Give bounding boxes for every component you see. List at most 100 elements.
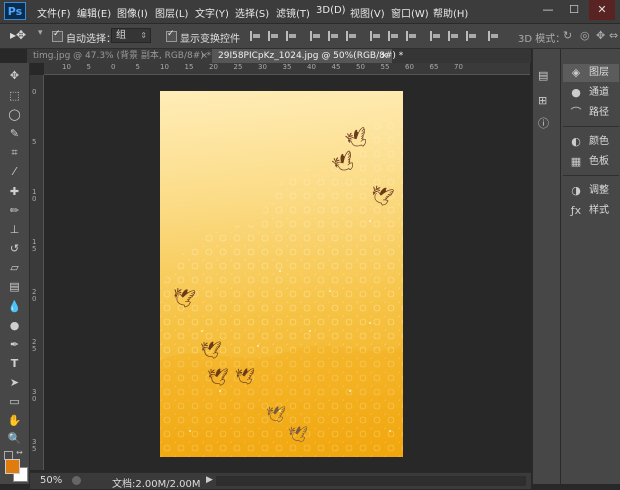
adjustments-icon: ◑ — [571, 184, 581, 197]
panel-label: 色板 — [589, 156, 609, 167]
panel-layers[interactable]: ◈ 图层 — [563, 64, 619, 82]
align-right-icon[interactable] — [346, 31, 358, 41]
align-vcenter-icon[interactable] — [268, 31, 280, 41]
panel-label: 调整 — [589, 185, 609, 196]
swatches-icon: ▦ — [570, 155, 582, 168]
tab-title: 29I58PICpKz_1024.jpg @ 50%(RGB/8#) * — [218, 51, 404, 61]
tab-close-icon[interactable]: × — [380, 49, 388, 63]
align-bottom-icon[interactable] — [286, 31, 298, 41]
tab-29i58picpkz[interactable]: 29I58PICpKz_1024.jpg @ 50%(RGB/8#) * × — [212, 49, 403, 63]
auto-select-dropdown[interactable]: 组 ⇕ — [111, 28, 151, 43]
pen-tool-icon[interactable]: ✒ — [7, 337, 22, 352]
ruler-tick-label: 25 — [233, 63, 243, 71]
zoom-tool-icon[interactable]: 🔍 — [7, 431, 22, 446]
distribute-left-icon[interactable] — [430, 31, 442, 41]
info-panel-icon[interactable]: ⓘ — [538, 115, 549, 131]
eraser-tool-icon[interactable]: ▱ — [7, 260, 22, 275]
gradient-tool-icon[interactable]: ▤ — [7, 279, 22, 294]
distribute-hcenter-icon[interactable] — [448, 31, 460, 41]
auto-align-icon[interactable] — [488, 31, 500, 41]
move-tool-icon[interactable]: ✥ — [7, 68, 22, 83]
status-menu-arrow-icon[interactable]: ▶ — [206, 475, 213, 485]
horizontal-scrollbar[interactable] — [216, 476, 526, 486]
path-select-tool-icon[interactable]: ➤ — [7, 375, 22, 390]
3d-roll-icon[interactable]: ◎ — [580, 29, 590, 42]
tab-close-icon[interactable]: × — [200, 49, 208, 63]
distribute-right-icon[interactable] — [466, 31, 478, 41]
healing-brush-tool-icon[interactable]: ✚ — [7, 184, 22, 199]
distribute-top-icon[interactable] — [370, 31, 382, 41]
marquee-tool-icon[interactable]: ⬚ — [7, 88, 22, 103]
share-icon[interactable] — [72, 476, 81, 485]
foreground-color-swatch[interactable] — [5, 459, 20, 474]
layers-icon: ◈ — [571, 66, 581, 79]
panel-divider — [563, 126, 619, 127]
menu-image[interactable]: 图像(I) — [117, 5, 148, 20]
ruler-tick-label: 2 5 — [32, 338, 37, 353]
menu-view[interactable]: 视图(V) — [350, 5, 385, 20]
align-top-icon[interactable] — [250, 31, 262, 41]
panel-adjustments[interactable]: ◑ 调整 — [563, 182, 619, 200]
menu-window[interactable]: 窗口(W) — [391, 5, 429, 20]
clone-stamp-tool-icon[interactable]: ⊥ — [7, 222, 22, 237]
ruler-tick-label: 15 — [184, 63, 194, 71]
align-hcenter-icon[interactable] — [328, 31, 340, 41]
options-bar: ▸✥ ▾ 自动选择： 组⇕ 显示变换控件 3D 模式： ↻ ◎ ✥ ⇔ — [0, 24, 620, 49]
tool-presets-panel-icon[interactable]: ⊞ — [538, 94, 547, 107]
ruler-tick-label: 3 0 — [32, 388, 37, 403]
panel-color[interactable]: ◐ 颜色 — [563, 133, 619, 151]
dodge-tool-icon[interactable]: ● — [7, 318, 22, 333]
3d-pan-icon[interactable]: ✥ — [596, 29, 605, 42]
menu-edit[interactable]: 编辑(E) — [77, 5, 111, 20]
paths-icon: ⌒ — [570, 106, 582, 119]
hand-tool-icon[interactable]: ✋ — [7, 413, 22, 428]
tab-timg[interactable]: timg.jpg @ 47.3% (背景 副本, RGB/8#) * × — [27, 49, 212, 63]
blur-tool-icon[interactable]: 💧 — [7, 299, 22, 314]
type-tool-icon[interactable]: T — [7, 356, 22, 371]
document-image[interactable]: 🕊 🕊 🕊 🕊 🕊 🕊 🕊 🕊 🕊 — [160, 91, 403, 457]
panel-label: 路径 — [589, 107, 609, 118]
history-panel-icon[interactable]: ▤ — [538, 69, 548, 82]
menu-file[interactable]: 文件(F) — [37, 5, 71, 20]
panel-paths[interactable]: ⌒ 路径 — [563, 104, 619, 122]
brush-tool-icon[interactable]: ✏ — [7, 203, 22, 218]
move-tool-preset-icon[interactable]: ▸✥ — [10, 28, 26, 42]
ruler-tick-label: 70 — [454, 63, 463, 71]
close-button[interactable]: ✕ — [589, 0, 615, 20]
ruler-tick-label: 55 — [380, 63, 390, 71]
minimize-button[interactable]: — — [535, 0, 561, 20]
ruler-tick-label: 3 5 — [32, 438, 37, 453]
quick-select-tool-icon[interactable]: ✎ — [7, 126, 22, 141]
3d-slide-icon[interactable]: ⇔ — [609, 29, 618, 42]
toolbox: ✥ ⬚ ◯ ✎ ⌗ ⁄ ✚ ✏ ⊥ ↺ ▱ ▤ 💧 ● ✒ T ➤ ▭ ✋ 🔍 … — [0, 63, 30, 484]
status-bar: 50% 文档:2.00M/2.00M ▶ — [30, 472, 531, 490]
swap-colors-icon[interactable]: ↔ — [16, 448, 23, 457]
align-left-icon[interactable] — [310, 31, 322, 41]
panel-channels[interactable]: ● 通道 — [563, 84, 619, 102]
panel-dock: ◈ 图层 ● 通道 ⌒ 路径 ◐ 颜色 ▦ 色板 ◑ 调整 ƒx 样式 — [560, 49, 620, 484]
menu-3d[interactable]: 3D(D) — [316, 5, 346, 16]
document-tab-bar: timg.jpg @ 47.3% (背景 副本, RGB/8#) * × 29I… — [27, 49, 531, 63]
menu-type[interactable]: 文字(Y) — [195, 5, 229, 20]
3d-rotate-icon[interactable]: ↻ — [563, 29, 572, 42]
panel-styles[interactable]: ƒx 样式 — [563, 202, 619, 220]
crop-tool-icon[interactable]: ⌗ — [7, 145, 22, 160]
chevron-down-icon[interactable]: ▾ — [38, 28, 43, 38]
history-brush-tool-icon[interactable]: ↺ — [7, 241, 22, 256]
shape-tool-icon[interactable]: ▭ — [7, 394, 22, 409]
distribute-bottom-icon[interactable] — [406, 31, 418, 41]
eyedropper-tool-icon[interactable]: ⁄ — [7, 164, 22, 179]
auto-select-checkbox[interactable] — [52, 29, 63, 42]
transform-controls-checkbox[interactable] — [166, 29, 177, 42]
menu-help[interactable]: 帮助(H) — [433, 5, 468, 20]
menu-layer[interactable]: 图层(L) — [155, 5, 188, 20]
lasso-tool-icon[interactable]: ◯ — [7, 107, 22, 122]
menu-select[interactable]: 选择(S) — [235, 5, 269, 20]
bird-icon: 🕊 — [288, 425, 309, 444]
zoom-level[interactable]: 50% — [40, 475, 62, 486]
ruler-tick-label: 30 — [258, 63, 267, 71]
distribute-vcenter-icon[interactable] — [388, 31, 400, 41]
menu-filter[interactable]: 滤镜(T) — [276, 5, 310, 20]
panel-swatches[interactable]: ▦ 色板 — [563, 153, 619, 171]
maximize-button[interactable]: ☐ — [561, 0, 587, 20]
